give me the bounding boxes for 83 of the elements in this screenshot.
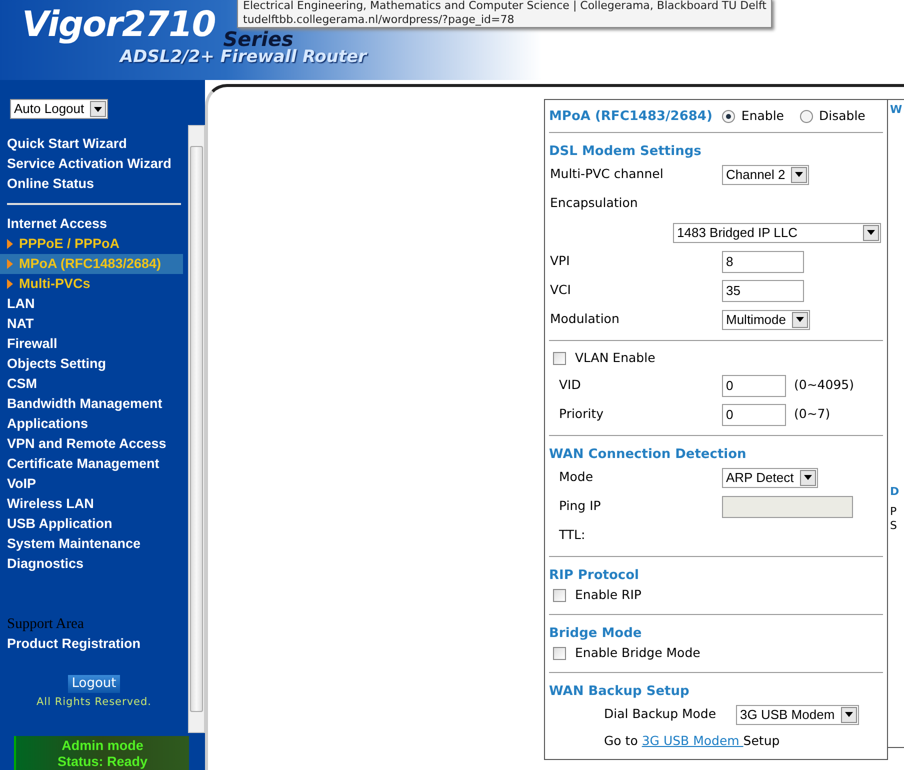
- product-title: Vigor2710: [22, 8, 216, 43]
- section-heading: WAN Backup Setup: [549, 683, 690, 700]
- section-heading: DSL Modem Settings: [549, 143, 702, 160]
- checkbox[interactable]: [553, 352, 566, 364]
- menu-item[interactable]: System Maintenance: [0, 534, 188, 554]
- section-heading: RIP Protocol: [549, 567, 640, 584]
- dropdown[interactable]: Channel 2: [722, 164, 810, 184]
- menu-item[interactable]: Bandwidth Management: [0, 394, 188, 414]
- menu-item[interactable]: Online Status: [0, 174, 188, 194]
- dropdown[interactable]: ARP Detect: [722, 468, 818, 488]
- field-label: Ping IP: [558, 497, 602, 516]
- input-field[interactable]: 0: [722, 404, 786, 426]
- checkbox-label: Enable RIP: [575, 586, 642, 604]
- caret-icon: [844, 712, 853, 717]
- dropdown[interactable]: Multimode: [722, 310, 810, 330]
- field-label: Priority: [558, 405, 604, 424]
- menu-item[interactable]: Applications: [0, 414, 188, 434]
- copyright-text: All Rights Reserved.: [35, 695, 153, 710]
- submenu-item[interactable]: Multi-PVCs: [0, 274, 183, 294]
- series-label: Series: [223, 29, 294, 49]
- field-label: VID: [558, 376, 582, 394]
- field-label: Encapsulation: [549, 194, 639, 212]
- setup-link-text: Go to 3G USB Modem Setup: [603, 732, 780, 750]
- menu-item[interactable]: USB Application: [0, 514, 188, 534]
- caret-icon: [796, 317, 804, 322]
- status-text: Status: Ready: [56, 754, 149, 770]
- menu-item[interactable]: VoIP: [0, 474, 188, 494]
- field-label: Multi-PVC channel: [549, 165, 664, 184]
- checkbox[interactable]: [553, 588, 566, 602]
- section-heading: Bridge Mode: [549, 625, 643, 642]
- field-label: Mode: [558, 468, 594, 486]
- menu-item[interactable]: Product Registration: [0, 634, 188, 654]
- menu-item[interactable]: VPN and Remote Access: [0, 434, 188, 454]
- section-heading: WAN Connection Detection: [549, 446, 748, 463]
- caret-icon: [94, 106, 102, 112]
- support-area-title: Support Area: [6, 615, 85, 634]
- menu-item[interactable]: Certificate Management: [0, 454, 188, 474]
- field-label: Modulation: [549, 310, 620, 328]
- menu-item[interactable]: Service Activation Wizard: [0, 154, 188, 174]
- field-label: VPI: [549, 252, 571, 270]
- tooltip-url: tudelftbb.collegerama.nl/wordpress/?page_id=78: [243, 13, 516, 27]
- field-label: VCI: [549, 281, 572, 300]
- cut-off-text: S: [890, 518, 897, 534]
- caret-icon: [867, 230, 875, 235]
- menu-item[interactable]: Diagnostics: [0, 554, 188, 574]
- menu-item[interactable]: Objects Setting: [0, 354, 188, 374]
- field-label: Dial Backup Mode: [603, 705, 718, 724]
- range-hint: (0~4095): [794, 376, 854, 394]
- radio-option[interactable]: Disable: [800, 106, 866, 126]
- menu-item[interactable]: Quick Start Wizard: [0, 134, 188, 154]
- cut-off-text: D: [890, 484, 900, 500]
- product-subtitle: ADSL2/2+ Firewall Router: [120, 46, 367, 69]
- caret-icon: [804, 475, 812, 480]
- input-field[interactable]: 8: [722, 250, 804, 272]
- radio-button[interactable]: [722, 110, 736, 122]
- submenu-item[interactable]: PPPoE / PPPoA: [0, 234, 183, 254]
- menu-item[interactable]: NAT: [0, 314, 188, 334]
- logout-button[interactable]: Logout: [68, 675, 120, 693]
- checkbox-label: Enable Bridge Mode: [575, 644, 700, 662]
- form-title: MPoA (RFC1483/2684): [549, 108, 712, 124]
- mode-text: Admin mode: [60, 738, 144, 754]
- tooltip-title: Electrical Engineering, Mathematics and Computer Science | Collegerama, Blackboard TU Delft: [243, 0, 766, 13]
- radio-option[interactable]: Enable: [722, 106, 784, 126]
- field-label: TTL:: [558, 526, 586, 544]
- menu-item[interactable]: Wireless LAN: [0, 494, 188, 514]
- menu-item[interactable]: CSM: [0, 374, 188, 394]
- dropdown[interactable]: 1483 Bridged IP LLC: [673, 222, 881, 242]
- auto-logout-dropdown[interactable]: Auto Logout: [10, 99, 108, 119]
- menu-item[interactable]: Firewall: [0, 334, 188, 354]
- checkbox-label: VLAN Enable: [575, 348, 656, 367]
- menu-item[interactable]: LAN: [0, 294, 188, 314]
- dropdown[interactable]: 3G USB Modem: [736, 704, 859, 724]
- cut-off-text: P: [890, 504, 897, 520]
- cut-off-text: W: [890, 102, 902, 118]
- scrollbar[interactable]: [188, 125, 205, 733]
- caret-icon: [795, 172, 804, 177]
- range-hint: (0~7): [794, 405, 830, 424]
- menu-item[interactable]: Internet Access: [0, 214, 188, 234]
- modem-link[interactable]: 3G USB Modem: [642, 732, 744, 748]
- radio-button[interactable]: [800, 110, 813, 122]
- input-field[interactable]: 0: [722, 374, 786, 396]
- input-field[interactable]: 35: [722, 280, 804, 302]
- checkbox[interactable]: [553, 646, 566, 660]
